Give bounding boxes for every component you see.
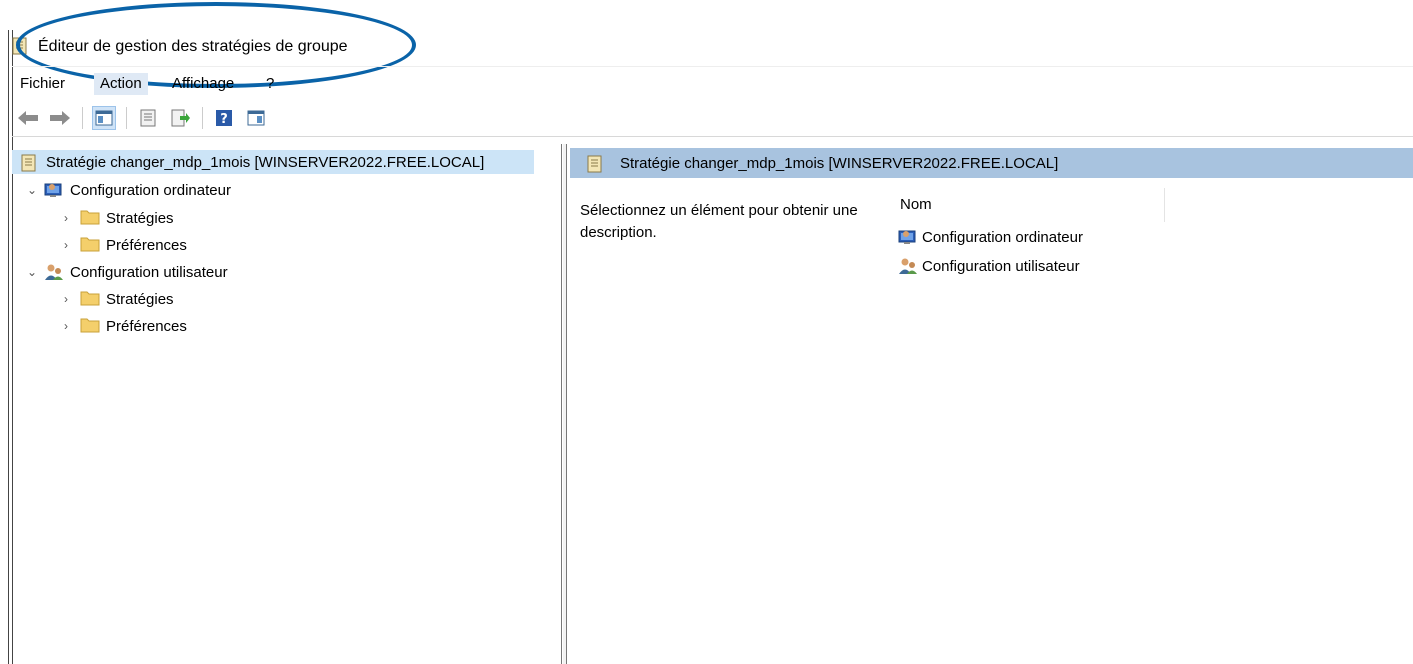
details-pane: Stratégie changer_mdp_1mois [WINSERVER20… bbox=[570, 144, 1413, 664]
export-list-icon[interactable] bbox=[168, 106, 192, 130]
tree-label-user-preferences: Préférences bbox=[106, 317, 187, 335]
tree-root-label: Stratégie changer_mdp_1mois [WINSERVER20… bbox=[46, 153, 485, 171]
title-bar: Éditeur de gestion des stratégies de gro… bbox=[0, 2, 1413, 88]
properties-icon[interactable] bbox=[136, 106, 160, 130]
tree-label-computer-policies: Stratégies bbox=[106, 209, 174, 227]
details-header-title: Stratégie changer_mdp_1mois [WINSERVER20… bbox=[620, 154, 1059, 172]
menu-action[interactable]: Action bbox=[94, 73, 148, 95]
tree-label-user-config: Configuration utilisateur bbox=[70, 263, 228, 281]
toolbar-separator bbox=[202, 107, 203, 129]
menu-bar: Fichier Action Affichage ? bbox=[12, 66, 1413, 95]
tree-item-computer-policies[interactable]: › Stratégies bbox=[60, 206, 174, 230]
column-header-name[interactable]: Nom bbox=[900, 196, 932, 213]
show-action-pane-icon[interactable] bbox=[244, 106, 268, 130]
tree-label-computer-preferences: Préférences bbox=[106, 236, 187, 254]
help-icon[interactable]: ? bbox=[212, 106, 236, 130]
chevron-down-icon[interactable]: ⌄ bbox=[26, 183, 38, 197]
window-title: Éditeur de gestion des stratégies de gro… bbox=[38, 38, 348, 55]
chevron-down-icon[interactable]: ⌄ bbox=[26, 265, 38, 279]
policy-icon bbox=[586, 154, 606, 173]
menu-fichier[interactable]: Fichier bbox=[14, 73, 71, 95]
tree-root-policy[interactable]: Stratégie changer_mdp_1mois [WINSERVER20… bbox=[12, 150, 534, 174]
toolbar: ? bbox=[12, 100, 1413, 137]
user-config-icon bbox=[898, 257, 918, 275]
computer-config-icon bbox=[44, 181, 64, 199]
svg-text:?: ? bbox=[220, 112, 228, 127]
toolbar-separator bbox=[82, 107, 83, 129]
details-header: Stratégie changer_mdp_1mois [WINSERVER20… bbox=[570, 148, 1413, 178]
tree-item-user-config[interactable]: ⌄ Configuration utilisateur bbox=[26, 260, 228, 284]
folder-icon bbox=[80, 317, 100, 335]
tree-label-user-policies: Stratégies bbox=[106, 290, 174, 308]
list-item-user-config[interactable]: Configuration utilisateur bbox=[898, 257, 1080, 275]
user-config-icon bbox=[44, 263, 64, 281]
tree-item-computer-config[interactable]: ⌄ Configuration ordinateur bbox=[26, 178, 231, 202]
policy-icon bbox=[20, 153, 40, 172]
pane-splitter[interactable] bbox=[563, 144, 567, 664]
description-text: Sélectionnez un élément pour obtenir une… bbox=[580, 202, 858, 241]
tree-item-user-policies[interactable]: › Stratégies bbox=[60, 287, 174, 311]
tree-item-user-preferences[interactable]: › Préférences bbox=[60, 314, 187, 338]
tree-item-computer-preferences[interactable]: › Préférences bbox=[60, 233, 187, 257]
menu-affichage[interactable]: Affichage bbox=[166, 73, 240, 95]
folder-icon bbox=[80, 236, 100, 254]
column-separator[interactable] bbox=[1164, 188, 1165, 222]
chevron-right-icon[interactable]: › bbox=[60, 238, 72, 252]
folder-icon bbox=[80, 209, 100, 227]
toolbar-separator bbox=[126, 107, 127, 129]
show-hide-console-tree-icon[interactable] bbox=[92, 106, 116, 130]
list-label-computer-config: Configuration ordinateur bbox=[922, 228, 1083, 246]
chevron-right-icon[interactable]: › bbox=[60, 292, 72, 306]
folder-icon bbox=[80, 290, 100, 308]
forward-arrow-icon[interactable] bbox=[48, 106, 72, 130]
chevron-right-icon[interactable]: › bbox=[60, 319, 72, 333]
menu-help[interactable]: ? bbox=[260, 73, 280, 95]
chevron-right-icon[interactable]: › bbox=[60, 211, 72, 225]
policy-editor-icon bbox=[11, 36, 29, 56]
computer-config-icon bbox=[898, 228, 918, 246]
tree-label-computer-config: Configuration ordinateur bbox=[70, 181, 231, 199]
list-item-computer-config[interactable]: Configuration ordinateur bbox=[898, 228, 1083, 246]
back-arrow-icon[interactable] bbox=[16, 106, 40, 130]
console-tree-pane: Stratégie changer_mdp_1mois [WINSERVER20… bbox=[12, 144, 562, 664]
list-label-user-config: Configuration utilisateur bbox=[922, 257, 1080, 275]
